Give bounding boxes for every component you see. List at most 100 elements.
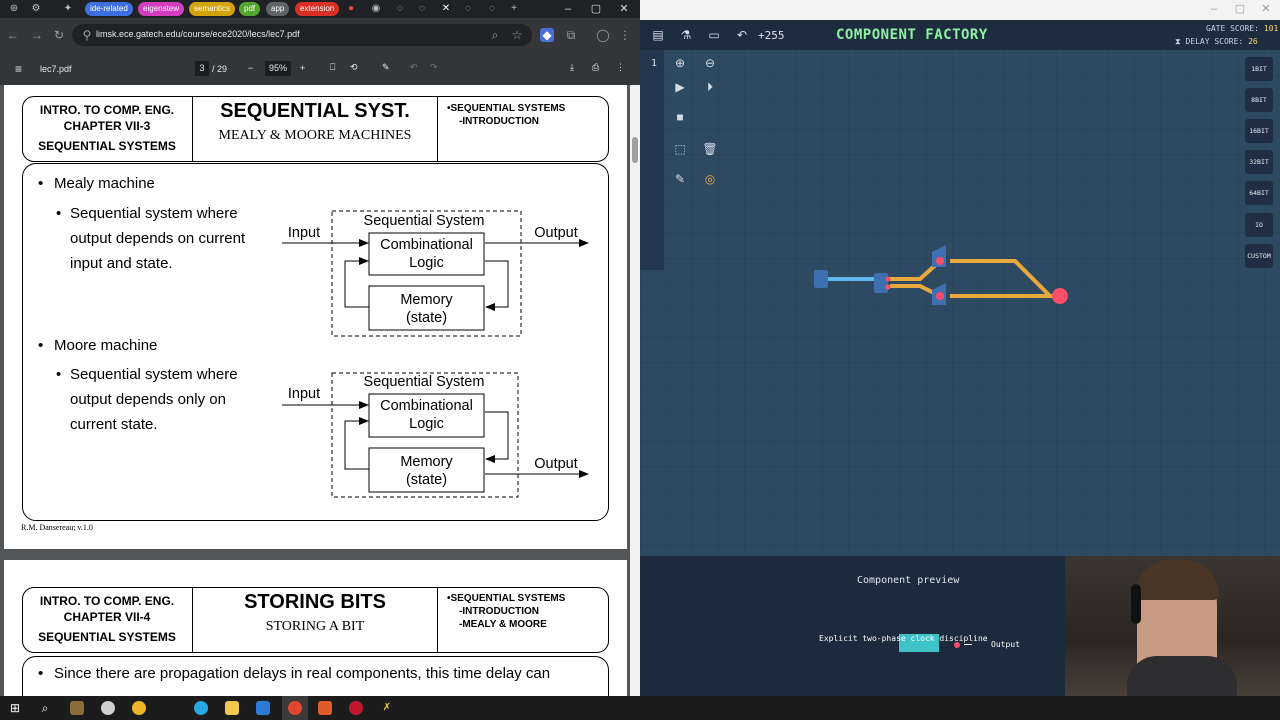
stop-icon[interactable]: ■ [668, 105, 692, 129]
component-button-custom[interactable]: CUSTOM [1245, 244, 1273, 268]
search-icon[interactable]: ⌕ [488, 28, 502, 42]
more-options-icon[interactable]: ⋮ [616, 62, 625, 73]
url-text[interactable]: limsk.ece.gatech.edu/course/ece2020/lecs… [96, 29, 300, 39]
close-window-icon[interactable]: ✕ [1258, 2, 1274, 16]
slide-title: STORING BITS [244, 591, 386, 613]
page-number-input[interactable]: 3 [195, 61, 209, 76]
step-icon[interactable]: ⏵ [698, 75, 722, 99]
hamburger-menu-icon[interactable]: ≡ [15, 62, 22, 76]
tab-group-pdf[interactable]: pdf [239, 2, 261, 16]
notes-icon[interactable]: ▤ [646, 23, 670, 47]
flask-icon[interactable]: ⚗ [674, 23, 698, 47]
undo-icon[interactable]: ↶ [410, 62, 418, 73]
reload-icon[interactable]: ↻ [52, 28, 66, 42]
moore-output-label: Output [534, 456, 578, 472]
preview-pin [954, 642, 960, 648]
sparkle-icon[interactable]: ✦ [62, 3, 74, 15]
download-icon[interactable]: ⤓ [570, 62, 574, 73]
browser-window: ⊛ ⚙ ✦ ide-related eigenstew semantics pd… [0, 0, 640, 696]
tab-group-semantics[interactable]: semantics [189, 2, 236, 16]
chrome-icon[interactable] [288, 701, 302, 715]
chrome-tab-icon[interactable]: ◉ [370, 3, 382, 15]
app-icon[interactable] [194, 701, 208, 715]
app-icon[interactable] [70, 701, 84, 715]
site-tab-icon[interactable]: ◌ [416, 3, 428, 15]
play-icon[interactable]: ▶ [668, 75, 692, 99]
extension-icon[interactable]: ◆ [540, 28, 554, 42]
tab-group-eigenstew[interactable]: eigenstew [138, 2, 185, 16]
gear-icon[interactable]: ⚙ [30, 3, 42, 15]
close-tab-icon[interactable]: ✕ [440, 3, 452, 15]
vscode-icon[interactable] [256, 701, 270, 715]
redo-icon[interactable]: ↷ [430, 62, 438, 73]
component-preview-panel: Component preview Explicit two-phase clo… [640, 556, 1280, 696]
app-icon[interactable] [132, 701, 146, 715]
decoder-component [874, 273, 888, 293]
annotate-pen-icon[interactable]: ✎ [382, 62, 390, 73]
component-button-64bit[interactable]: 64BIT [1245, 181, 1273, 205]
scrollbar[interactable] [630, 85, 640, 696]
pin [936, 292, 944, 300]
circuit-canvas[interactable] [640, 50, 1280, 556]
fit-page-icon[interactable]: ⎕ [330, 62, 335, 73]
browser-menu-icon[interactable]: ⋮ [618, 28, 632, 42]
windows-start-icon[interactable]: ⊞ [8, 701, 22, 715]
undo-icon[interactable]: ↶ [730, 23, 754, 47]
component-button-16bit[interactable]: 16BIT [1245, 119, 1273, 143]
tab-bar: ⊛ ⚙ ✦ ide-related eigenstew semantics pd… [0, 0, 640, 18]
pdf-toolbar: ≡ lec7.pdf 3 / 29 − 95% + ⎕ ⟲ ✎ ↶ ↷ ⤓ ⎙ … [0, 52, 640, 85]
game-titlebar: – ▢ ✕ [640, 0, 1280, 20]
minimize-icon[interactable]: – [1206, 2, 1222, 16]
zoom-out-button[interactable]: − [248, 63, 253, 73]
youtube-tab-icon[interactable]: ● [345, 3, 357, 15]
pdf-viewer[interactable]: INTRO. TO COMP. ENG. CHAPTER VII-3 SEQUE… [0, 85, 640, 696]
file-explorer-icon[interactable] [225, 701, 239, 715]
extensions-puzzle-icon[interactable]: ⧉ [564, 28, 578, 42]
print-icon[interactable]: ⎙ [592, 62, 599, 73]
component-button-1bit[interactable]: 1BIT [1245, 57, 1273, 81]
site-tab-icon[interactable]: ◌ [394, 3, 406, 15]
component-button-32bit[interactable]: 32BIT [1245, 150, 1273, 174]
preview-label: Explicit two-phase clock discipline [819, 634, 988, 643]
pencil-icon[interactable]: ✎ [668, 167, 692, 191]
brave-icon[interactable] [318, 701, 332, 715]
game-window: – ▢ ✕ ▤ ⚗ ▭ ↶ +255 COMPONENT FACTORY GAT… [640, 0, 1280, 696]
zoom-in-button[interactable]: + [300, 63, 305, 73]
component-icon[interactable]: ▭ [702, 23, 726, 47]
app-icon[interactable]: ✗ [380, 701, 394, 715]
site-info-icon[interactable]: ⚲ [80, 28, 94, 42]
mealy-output-label: Output [534, 225, 578, 241]
maximize-icon[interactable]: ▢ [588, 2, 604, 16]
tab-group-app[interactable]: app [266, 2, 290, 16]
tab-group-extension[interactable]: extension [295, 2, 340, 16]
maximize-icon[interactable]: ▢ [1232, 2, 1248, 16]
profile-icon[interactable]: ◯ [596, 28, 610, 42]
zoom-in-icon[interactable]: ⊕ [668, 51, 692, 75]
app-icon[interactable] [349, 701, 363, 715]
app-icon[interactable] [101, 701, 115, 715]
component-button-io[interactable]: IO [1245, 213, 1273, 237]
component-button-8bit[interactable]: 8BIT [1245, 88, 1273, 112]
select-icon[interactable]: ⬚ [668, 137, 692, 161]
site-tab-icon[interactable]: ◌ [486, 3, 498, 15]
rotate-icon[interactable]: ⟲ [350, 62, 358, 73]
wire [950, 259, 1052, 298]
zoom-level-input[interactable]: 95% [265, 61, 291, 76]
tab-group-ide-related[interactable]: ide-related [85, 2, 133, 16]
close-window-icon[interactable]: ✕ [616, 2, 632, 16]
zoom-out-icon[interactable]: ⊖ [698, 51, 722, 75]
pin [936, 257, 944, 265]
new-tab-icon[interactable]: + [508, 3, 520, 15]
bookmark-star-icon[interactable]: ☆ [510, 28, 524, 42]
delete-icon[interactable]: 🗑 [698, 137, 722, 161]
forward-icon[interactable]: → [30, 28, 44, 42]
mealy-system-label: Sequential System [363, 213, 485, 229]
color-wheel-icon[interactable]: ◎ [698, 167, 722, 191]
search-icon[interactable]: ⌕ [38, 701, 52, 715]
page-total: / 29 [212, 64, 228, 74]
site-tab-icon[interactable]: ◌ [462, 3, 474, 15]
scrollbar-thumb[interactable] [632, 137, 638, 163]
browser-menu-icon[interactable]: ⊛ [8, 3, 20, 15]
minimize-icon[interactable]: – [560, 2, 576, 16]
back-icon[interactable]: ← [6, 28, 20, 42]
